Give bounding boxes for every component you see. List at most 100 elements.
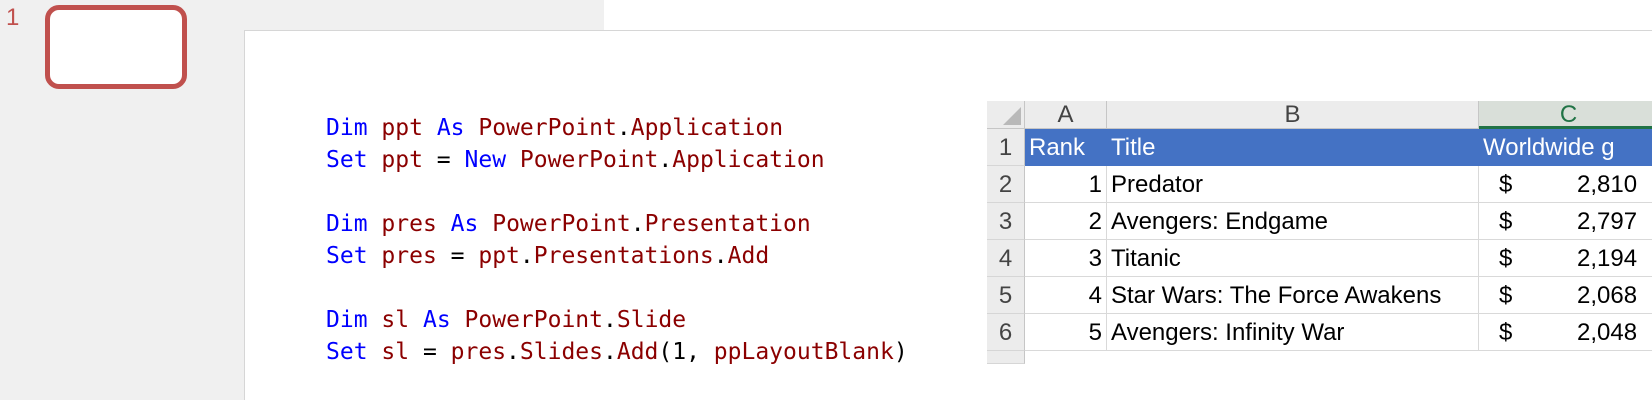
slide-number: 1 <box>6 4 20 31</box>
currency-symbol: $ <box>1499 319 1513 346</box>
code-line: Set sl = pres.Slides.Add(1, ppLayoutBlan… <box>326 336 908 368</box>
code-keyword: As <box>450 211 479 237</box>
code-keyword: Set <box>326 243 368 269</box>
code-punctuation <box>368 147 382 173</box>
code-punctuation: . <box>616 115 631 141</box>
code-identifier: Slide <box>616 307 687 333</box>
gross-cell: $2,810 <box>1479 166 1652 203</box>
code-line: Dim ppt As PowerPoint.Application <box>326 112 908 144</box>
code-punctuation <box>368 307 382 333</box>
code-block: Dim ppt As PowerPoint.Application Set ppt… <box>326 112 908 368</box>
canvas-top-strip <box>604 0 1652 30</box>
code-keyword: Set <box>326 339 368 365</box>
header-cell-rank: Rank <box>1025 129 1107 166</box>
code-punctuation: (1, <box>658 339 714 365</box>
title-cell: Star Wars: The Force Awakens <box>1107 277 1479 314</box>
slide-thumbnail[interactable] <box>45 5 187 89</box>
code-identifier: Application <box>630 115 784 141</box>
code-punctuation: ) <box>893 339 908 365</box>
code-punctuation: . <box>713 243 728 269</box>
currency-symbol: $ <box>1499 282 1513 309</box>
row-header: 5 <box>987 277 1025 314</box>
code-identifier: pres <box>381 211 437 237</box>
code-identifier: PowerPoint <box>478 115 617 141</box>
code-identifier: PowerPoint <box>492 211 631 237</box>
code-keyword: New <box>464 147 507 173</box>
title-cell: Titanic <box>1107 240 1479 277</box>
title-cell: Predator <box>1107 166 1479 203</box>
row-header-partial <box>987 351 1025 364</box>
code-punctuation: . <box>658 147 673 173</box>
gross-amount: 2,810 <box>1577 171 1638 198</box>
rank-cell: 4 <box>1025 277 1107 314</box>
row-header: 3 <box>987 203 1025 240</box>
canvas-background <box>232 0 604 30</box>
code-identifier: sl <box>381 307 410 333</box>
column-header-c: C <box>1479 101 1652 129</box>
code-punctuation <box>506 147 520 173</box>
code-identifier: Add <box>616 339 659 365</box>
gross-cell: $2,068 <box>1479 277 1652 314</box>
code-identifier: PowerPoint <box>519 147 659 173</box>
gross-cell: $2,048 <box>1479 314 1652 351</box>
gross-cell: $2,194 <box>1479 240 1652 277</box>
column-header-a: A <box>1025 101 1107 129</box>
title-cell: Avengers: Endgame <box>1107 203 1479 240</box>
select-all-corner <box>987 101 1025 129</box>
code-line: Dim sl As PowerPoint.Slide <box>326 304 908 336</box>
code-identifier: Presentations <box>533 243 714 269</box>
code-keyword: As <box>436 115 465 141</box>
row-header: 2 <box>987 166 1025 203</box>
code-identifier: ppt <box>381 147 423 173</box>
code-punctuation: = <box>436 243 479 269</box>
code-identifier: sl <box>381 339 410 365</box>
currency-symbol: $ <box>1499 171 1513 198</box>
column-header-b: B <box>1107 101 1479 129</box>
code-keyword: As <box>422 307 451 333</box>
code-identifier: ppt <box>381 115 423 141</box>
gross-amount: 2,048 <box>1577 319 1638 346</box>
code-identifier: ppLayoutBlank <box>713 339 894 365</box>
code-punctuation <box>409 307 423 333</box>
code-identifier: Slides <box>519 339 603 365</box>
code-punctuation <box>368 115 382 141</box>
code-identifier: pres <box>381 243 437 269</box>
code-line: Set pres = ppt.Presentations.Add <box>326 240 908 272</box>
currency-symbol: $ <box>1499 208 1513 235</box>
code-line: Dim pres As PowerPoint.Presentation <box>326 208 908 240</box>
row-header: 6 <box>987 314 1025 351</box>
rank-cell: 3 <box>1025 240 1107 277</box>
code-identifier: Application <box>672 147 825 173</box>
code-punctuation <box>437 211 451 237</box>
code-identifier: Presentation <box>644 211 811 237</box>
code-punctuation: = <box>409 339 451 365</box>
spreadsheet-image: A B C 1 2 3 4 5 6 Rank Title Worldwide g… <box>987 101 1652 364</box>
code-punctuation <box>465 115 479 141</box>
code-punctuation: . <box>630 211 645 237</box>
gross-cell: $2,797 <box>1479 203 1652 240</box>
code-punctuation: . <box>519 243 534 269</box>
rank-cell: 2 <box>1025 203 1107 240</box>
code-identifier: pres <box>450 339 507 365</box>
rank-cell: 1 <box>1025 166 1107 203</box>
header-cell-title: Title <box>1107 129 1479 166</box>
code-punctuation <box>368 243 382 269</box>
code-punctuation <box>451 307 465 333</box>
code-punctuation: . <box>603 339 617 365</box>
code-punctuation <box>423 115 437 141</box>
gross-amount: 2,068 <box>1577 282 1638 309</box>
code-punctuation <box>368 211 382 237</box>
rank-cell: 5 <box>1025 314 1107 351</box>
gross-amount: 2,194 <box>1577 245 1638 272</box>
code-punctuation <box>478 211 492 237</box>
header-cell-worldwide: Worldwide g <box>1479 129 1652 166</box>
code-keyword: Dim <box>326 115 368 141</box>
code-punctuation: . <box>506 339 520 365</box>
code-keyword: Dim <box>326 211 368 237</box>
code-identifier: ppt <box>478 243 520 269</box>
currency-symbol: $ <box>1499 245 1513 272</box>
code-punctuation <box>368 339 382 365</box>
row-header: 1 <box>987 129 1025 166</box>
